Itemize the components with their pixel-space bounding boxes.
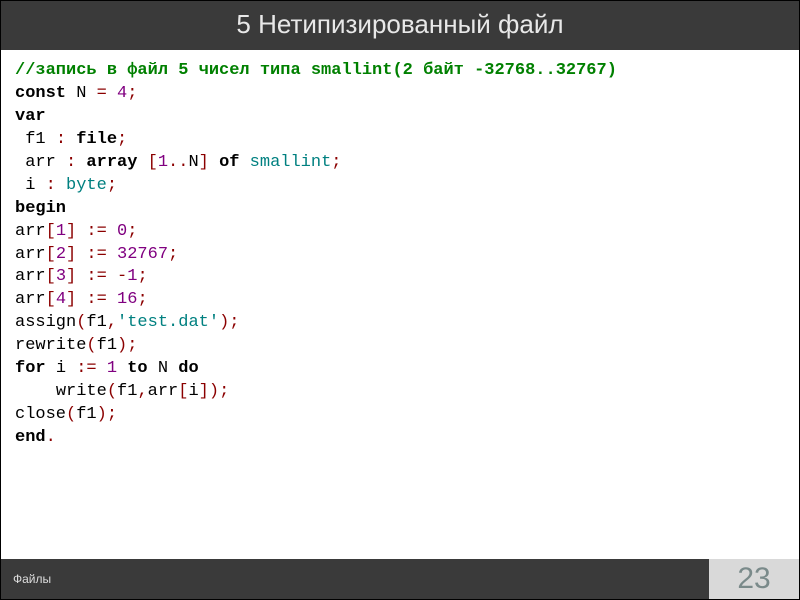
code-token: 2	[56, 245, 66, 264]
code-token: 3	[56, 267, 66, 286]
code-token: )	[97, 405, 107, 424]
code-token: arr	[15, 290, 46, 309]
code-token: begin	[15, 199, 66, 218]
code-token: ;	[127, 336, 137, 355]
code-token: [	[46, 290, 56, 309]
code-token: f1	[25, 130, 45, 149]
code-token: .	[46, 428, 56, 447]
code-token: [	[46, 267, 56, 286]
code-token: 1	[127, 267, 137, 286]
code-token: N	[158, 359, 168, 378]
code-token: :=	[76, 359, 96, 378]
code-token: :	[56, 130, 66, 149]
footer-label: Файлы	[1, 559, 709, 599]
slide-title: 5 Нетипизированный файл	[1, 1, 799, 50]
code-token: ;	[107, 176, 117, 195]
code-token: ,	[107, 313, 117, 332]
code-token: arr	[25, 153, 56, 172]
code-token: f1	[86, 313, 106, 332]
code-token: end	[15, 428, 46, 447]
code-token: [	[148, 153, 158, 172]
code-token: ;	[219, 382, 229, 401]
code-token: =	[97, 84, 107, 103]
code-block: //запись в файл 5 чисел типа smallint(2 …	[15, 60, 785, 450]
code-token: (	[107, 382, 117, 401]
page-number: 23	[709, 559, 799, 599]
code-token: i	[188, 382, 198, 401]
code-token: to	[127, 359, 147, 378]
slide-content: //запись в файл 5 чисел типа smallint(2 …	[1, 50, 799, 559]
code-token: [	[178, 382, 188, 401]
code-token: arr	[15, 245, 46, 264]
code-token: close	[15, 405, 66, 424]
code-token: file	[76, 130, 117, 149]
code-token: :=	[86, 290, 106, 309]
code-token: byte	[66, 176, 107, 195]
code-token: ;	[127, 84, 137, 103]
code-token: ;	[117, 130, 127, 149]
code-token: :=	[86, 222, 106, 241]
code-token: of	[219, 153, 239, 172]
code-token: ]	[66, 267, 76, 286]
code-token: smallint	[250, 153, 332, 172]
code-token: f1	[76, 405, 96, 424]
code-token: ;	[331, 153, 341, 172]
code-token: )	[219, 313, 229, 332]
code-token: :	[46, 176, 56, 195]
code-token: i	[25, 176, 35, 195]
code-token: write	[56, 382, 107, 401]
code-token: i	[56, 359, 66, 378]
code-token: ;	[107, 405, 117, 424]
code-token: assign	[15, 313, 76, 332]
code-token: )	[117, 336, 127, 355]
code-token: array	[86, 153, 137, 172]
code-token: 1	[56, 222, 66, 241]
code-token: :=	[86, 245, 106, 264]
code-token: 4	[56, 290, 66, 309]
code-token: arr	[15, 222, 46, 241]
code-token: ]	[199, 382, 209, 401]
code-token: 16	[117, 290, 137, 309]
code-token: (	[66, 405, 76, 424]
code-token: -	[117, 267, 127, 286]
code-token: )	[209, 382, 219, 401]
code-token: const	[15, 84, 66, 103]
code-token: var	[15, 107, 46, 126]
code-token: ]	[66, 290, 76, 309]
code-token: [	[46, 222, 56, 241]
code-token: 0	[117, 222, 127, 241]
code-token: 1	[107, 359, 117, 378]
code-token: rewrite	[15, 336, 86, 355]
code-token: 4	[117, 84, 127, 103]
code-token: :	[66, 153, 76, 172]
code-token: (	[76, 313, 86, 332]
code-token: 'test.dat'	[117, 313, 219, 332]
slide: 5 Нетипизированный файл //запись в файл …	[0, 0, 800, 600]
code-token: arr	[148, 382, 179, 401]
code-token: for	[15, 359, 46, 378]
code-token: ]	[66, 245, 76, 264]
code-token: ]	[66, 222, 76, 241]
footer: Файлы 23	[1, 559, 799, 599]
code-token: ;	[229, 313, 239, 332]
code-token: ,	[137, 382, 147, 401]
code-comment: //запись в файл 5 чисел типа smallint(2 …	[15, 61, 617, 80]
code-token: ]	[199, 153, 209, 172]
code-token: ;	[168, 245, 178, 264]
code-token: (	[86, 336, 96, 355]
code-token: ;	[137, 290, 147, 309]
code-token: f1	[97, 336, 117, 355]
code-token: ;	[127, 222, 137, 241]
code-token: do	[178, 359, 198, 378]
code-token: 1	[158, 153, 168, 172]
code-token: N	[188, 153, 198, 172]
code-token: f1	[117, 382, 137, 401]
code-token: [	[46, 245, 56, 264]
code-token: ;	[137, 267, 147, 286]
code-token: 32767	[117, 245, 168, 264]
code-token: :=	[86, 267, 106, 286]
code-token: ..	[168, 153, 188, 172]
code-token: N	[76, 84, 86, 103]
code-token: arr	[15, 267, 46, 286]
